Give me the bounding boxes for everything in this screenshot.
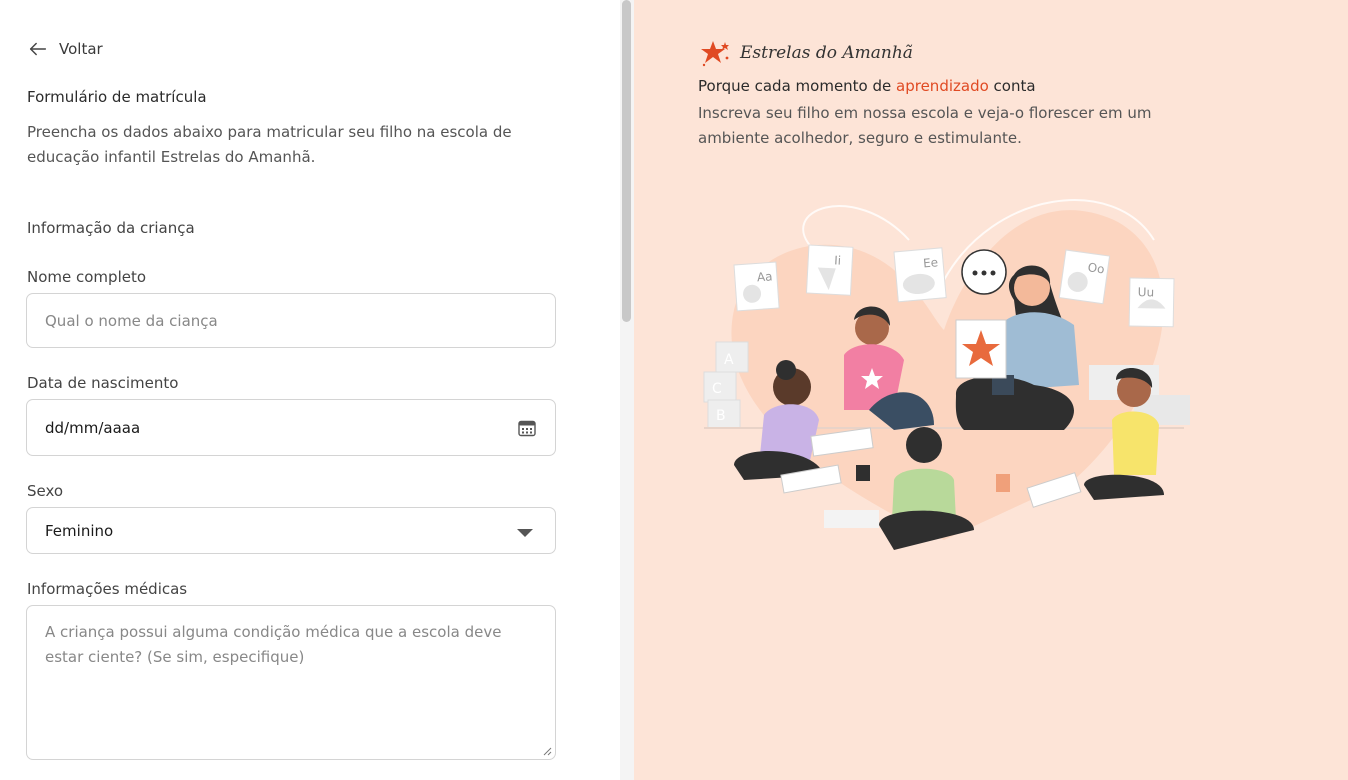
headline-accent: aprendizado <box>896 77 989 95</box>
block-label: C <box>712 381 722 397</box>
full-name-input[interactable] <box>27 294 555 347</box>
sex-select[interactable]: Feminino <box>26 507 556 554</box>
sex-label: Sexo <box>27 482 64 500</box>
resize-handle-icon[interactable] <box>543 747 552 756</box>
full-name-label: Nome completo <box>27 268 147 286</box>
pencil-cup <box>996 474 1010 492</box>
back-link[interactable]: Voltar <box>27 38 103 60</box>
medical-info-field <box>26 605 556 760</box>
star-card <box>955 319 1007 379</box>
letter-card: Ii <box>805 244 854 296</box>
birth-date-label: Data de nascimento <box>27 374 179 392</box>
calendar-icon[interactable] <box>517 418 537 438</box>
pencil-cup <box>856 465 870 481</box>
scrollbar-thumb[interactable] <box>622 0 631 322</box>
card-label: Uu <box>1138 285 1155 299</box>
medical-info-textarea[interactable] <box>27 606 555 759</box>
card-label: Ee <box>923 255 939 270</box>
form-description: Preencha os dados abaixo para matricular… <box>27 123 512 166</box>
sex-selected-value: Feminino <box>45 521 114 540</box>
speech-bubble <box>961 249 1007 295</box>
block-label: B <box>716 408 726 424</box>
headline-suffix: conta <box>988 77 1036 95</box>
hero-panel: Estrelas do Amanhã Porque cada momento d… <box>634 0 1348 780</box>
card-label: Oo <box>1087 260 1106 276</box>
headline-prefix: Porque cada momento de <box>698 77 897 95</box>
arrow-left-icon <box>29 42 47 56</box>
block-label: A <box>724 352 734 368</box>
enrollment-form-panel: Voltar Formulário de matrícula Preencha … <box>0 0 622 780</box>
back-label: Voltar <box>59 40 103 58</box>
medical-info-label: Informações médicas <box>27 580 188 598</box>
hero-headline: Porque cada momento de aprendizado conta <box>698 77 1036 95</box>
section-child-info: Informação da criança <box>27 219 195 237</box>
heart-outline <box>802 205 910 251</box>
brand: Estrelas do Amanhã <box>700 39 913 67</box>
card-label: Aa <box>756 269 773 284</box>
star-logo-icon <box>701 41 729 67</box>
letter-card: Ee <box>893 247 947 303</box>
form-title: Formulário de matrícula <box>27 88 207 106</box>
letter-blocks: A C B <box>703 341 749 429</box>
card-label: Ii <box>834 253 842 267</box>
birth-date-input[interactable]: dd/mm/aaaa <box>26 399 556 456</box>
brand-name: Estrelas do Amanhã <box>740 43 913 63</box>
full-name-field <box>26 293 556 348</box>
letter-card: Aa <box>733 261 780 312</box>
caret-down-icon <box>517 528 533 537</box>
paper-sheet <box>824 510 879 528</box>
classroom-illustration: Aa Ii Ee Oo Uu A C B <box>703 199 1190 550</box>
letter-card: Uu <box>1128 277 1175 328</box>
letter-card: Oo <box>1058 249 1111 305</box>
birth-date-value: dd/mm/aaaa <box>45 418 141 437</box>
hero-subtitle: Inscreva seu filho em nossa escola e vej… <box>698 104 1152 147</box>
